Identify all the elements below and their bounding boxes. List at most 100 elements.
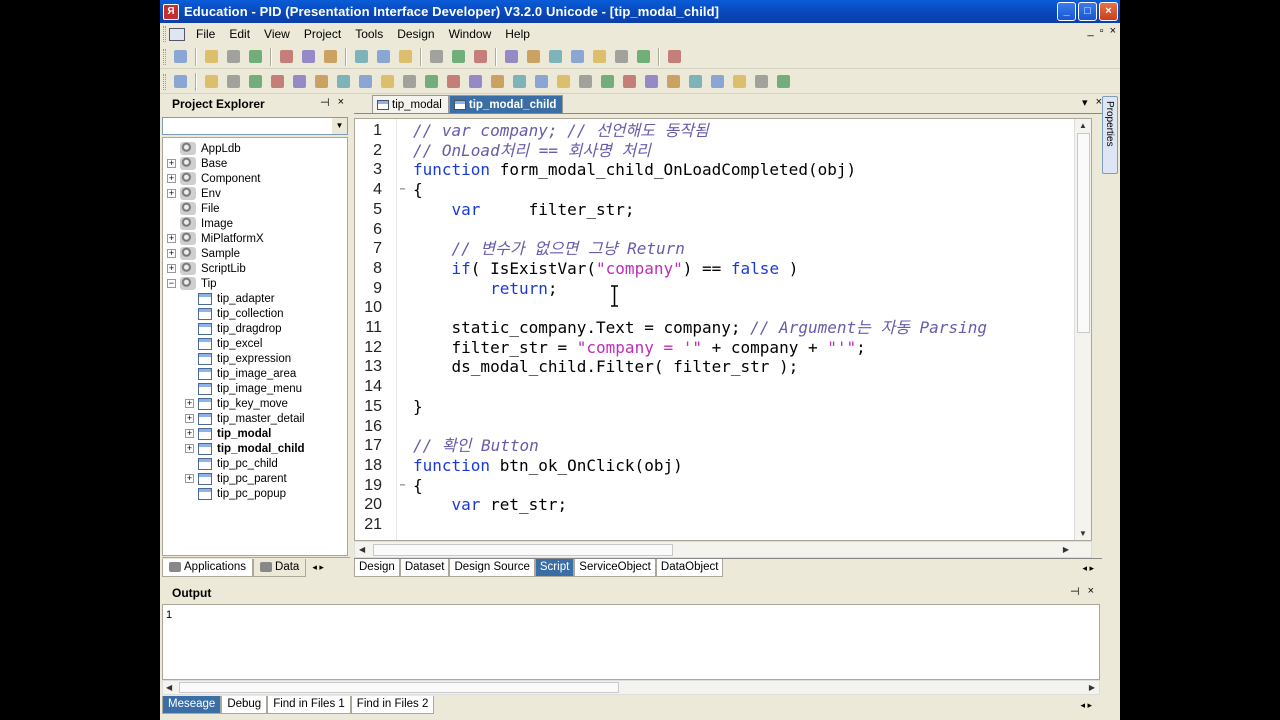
tab-debug[interactable]: Debug — [221, 696, 268, 714]
spin-button[interactable] — [466, 73, 484, 91]
tree-item[interactable]: tip_image_area — [185, 366, 296, 381]
tree-item[interactable]: tip_pc_child — [185, 456, 278, 471]
code-line[interactable]: 12 filter_str = "company = '" + company … — [355, 338, 1091, 358]
toolbar-grip[interactable] — [163, 73, 166, 90]
open-file-button[interactable] — [224, 48, 242, 66]
plugin-button[interactable] — [774, 73, 792, 91]
tab-find-in-files-1[interactable]: Find in Files 1 — [267, 696, 351, 714]
tab-script[interactable]: Script — [534, 559, 575, 577]
scroll-left-icon[interactable]: ◀ — [166, 683, 172, 692]
chevron-down-icon[interactable]: ▼ — [332, 118, 347, 134]
tree-item[interactable]: + tip_key_move — [185, 396, 288, 411]
cut-button[interactable] — [277, 48, 295, 66]
scroll-thumb[interactable] — [1077, 133, 1090, 333]
tab-tip-modal-child[interactable]: tip_modal_child — [448, 95, 564, 113]
grid-button[interactable] — [400, 73, 418, 91]
table-button[interactable] — [664, 73, 682, 91]
tree-item[interactable]: tip_expression — [185, 351, 291, 366]
scroll-button[interactable] — [686, 73, 704, 91]
code-line[interactable]: 17 // 확인 Button — [355, 436, 1091, 456]
code-line[interactable]: 21 — [355, 515, 1091, 535]
image-button[interactable] — [334, 73, 352, 91]
mdi-close-button[interactable]: × — [1110, 25, 1116, 37]
code-line[interactable]: 2 // OnLoad처리 == 회사명 처리 — [355, 141, 1091, 161]
expand-icon[interactable]: + — [167, 159, 176, 168]
code-line[interactable]: 4−{ — [355, 180, 1091, 200]
tree-item[interactable]: Image — [167, 216, 233, 231]
tree-item[interactable]: + ScriptLib — [167, 261, 246, 276]
horizontal-scrollbar[interactable]: ◀ ▶ — [354, 541, 1092, 558]
scroll-right-icon[interactable]: ▶ — [1063, 545, 1069, 554]
menu-button[interactable] — [510, 73, 528, 91]
find-button[interactable] — [374, 48, 392, 66]
button-button[interactable] — [246, 73, 264, 91]
tree-item[interactable]: + MiPlatformX — [167, 231, 264, 246]
align-center-button[interactable] — [524, 48, 542, 66]
tree-item[interactable]: + Sample — [167, 246, 240, 261]
tree-item[interactable]: + tip_master_detail — [185, 411, 305, 426]
tree-item[interactable]: + tip_pc_parent — [185, 471, 287, 486]
replace-button[interactable] — [396, 48, 414, 66]
tree-item[interactable]: tip_adapter — [185, 291, 275, 306]
list-button[interactable] — [378, 73, 396, 91]
code-line[interactable]: 6 — [355, 220, 1091, 240]
code-line[interactable]: 15} — [355, 397, 1091, 417]
calendar-button[interactable] — [444, 73, 462, 91]
tab-design[interactable]: Design — [354, 559, 400, 577]
scroll-thumb[interactable] — [373, 544, 673, 556]
align-bottom-button[interactable] — [612, 48, 630, 66]
pin-button[interactable] — [665, 48, 683, 66]
tab-button[interactable] — [422, 73, 440, 91]
code-line[interactable]: 13 ds_modal_child.Filter( filter_str ); — [355, 357, 1091, 377]
paste-button[interactable] — [321, 48, 339, 66]
pin-icon[interactable]: ⊣ — [320, 96, 330, 109]
code-line[interactable]: 11 static_company.Text = company; // Arg… — [355, 318, 1091, 338]
tab-design-source[interactable]: Design Source — [449, 559, 535, 577]
scroll-up-icon[interactable]: ▲ — [1079, 121, 1087, 130]
checkbox-button[interactable] — [290, 73, 308, 91]
tab-meseage[interactable]: Meseage — [162, 696, 222, 714]
tree-item[interactable]: + Base — [167, 156, 227, 171]
tree-item[interactable]: tip_dragdrop — [185, 321, 282, 336]
combo-button[interactable] — [268, 73, 286, 91]
document-icon[interactable] — [169, 27, 185, 41]
save-button[interactable] — [246, 48, 264, 66]
code-line[interactable]: 19−{ — [355, 476, 1091, 496]
code-line[interactable]: 1 // var company; // 선언해도 동작됨 — [355, 121, 1091, 141]
tab-dataset[interactable]: Dataset — [399, 559, 450, 577]
tab-dataobject[interactable]: DataObject — [655, 559, 724, 577]
code-line[interactable]: 16 — [355, 417, 1091, 437]
div-button[interactable] — [532, 73, 550, 91]
tab-tip-modal[interactable]: tip_modal — [372, 95, 449, 113]
code-line[interactable]: 3 function form_modal_child_OnLoadComplet… — [355, 160, 1091, 180]
print-button[interactable] — [352, 48, 370, 66]
treeview-button[interactable] — [488, 73, 506, 91]
menu-edit[interactable]: Edit — [222, 24, 257, 44]
expand-icon[interactable]: + — [185, 414, 194, 423]
code-line[interactable]: 20 var ret_str; — [355, 495, 1091, 515]
rich-button[interactable] — [730, 73, 748, 91]
same-width-button[interactable] — [634, 48, 652, 66]
tree-item[interactable]: + Component — [167, 171, 260, 186]
maximize-button[interactable]: □ — [1078, 2, 1097, 21]
edit-button[interactable] — [224, 73, 242, 91]
static-button[interactable] — [202, 73, 220, 91]
menu-project[interactable]: Project — [297, 24, 348, 44]
expand-icon[interactable]: + — [167, 264, 176, 273]
tree-item[interactable]: tip_excel — [185, 336, 262, 351]
close-icon[interactable]: × — [1088, 585, 1094, 598]
pointer-button[interactable] — [171, 73, 189, 91]
shape-button[interactable] — [356, 73, 374, 91]
code-line[interactable]: 8 if( IsExistVar("company") == false ) — [355, 259, 1091, 279]
graphic-button[interactable] — [642, 73, 660, 91]
expand-icon[interactable]: + — [167, 249, 176, 258]
menu-tools[interactable]: Tools — [348, 24, 390, 44]
menu-design[interactable]: Design — [390, 24, 441, 44]
tab-scroll-arrows[interactable]: ◂ ▸ — [1080, 696, 1092, 715]
align-right-button[interactable] — [546, 48, 564, 66]
tab-serviceobject[interactable]: ServiceObject — [574, 559, 656, 577]
progress-button[interactable] — [554, 73, 572, 91]
app-icon[interactable]: Я — [163, 3, 179, 20]
tree-item[interactable]: tip_collection — [185, 306, 283, 321]
code-line[interactable]: 5 var filter_str; — [355, 200, 1091, 220]
